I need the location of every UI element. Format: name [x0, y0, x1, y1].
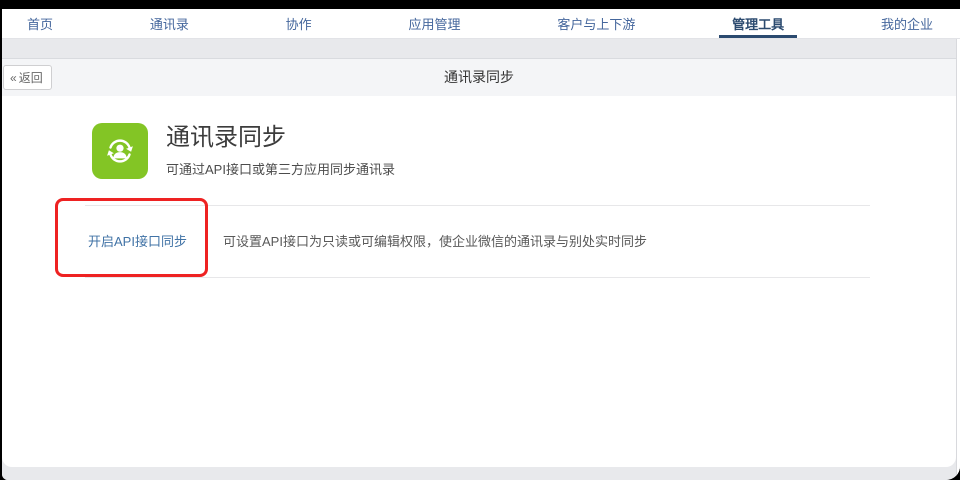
page-title: 通讯录同步	[444, 69, 514, 85]
page: « 返回 通讯录同步 通讯录同步 可通过API接口或第三方应用同步通讯录 开启A…	[2, 39, 956, 467]
nav-item-contacts[interactable]: 通讯录	[137, 9, 202, 38]
contact-sync-icon	[92, 123, 148, 179]
feature-header: 通讯录同步 可通过API接口或第三方应用同步通讯录	[92, 123, 395, 179]
browser-window: 首页 通讯录 协作 应用管理 客户与上下游 管理工具 我的企业 « 返回 通讯录…	[2, 9, 960, 480]
divider-bottom	[85, 277, 870, 278]
enable-api-sync-link[interactable]: 开启API接口同步	[88, 231, 187, 250]
content-panel: 通讯录同步 可通过API接口或第三方应用同步通讯录 开启API接口同步 可设置A…	[2, 96, 956, 467]
feature-subtitle: 可通过API接口或第三方应用同步通讯录	[166, 162, 395, 177]
back-button[interactable]: « 返回	[3, 65, 52, 90]
nav-item-customers-upstream-downstream[interactable]: 客户与上下游	[544, 9, 648, 38]
nav-item-collaboration[interactable]: 协作	[273, 9, 325, 38]
api-sync-description: 可设置API接口为只读或可编辑权限，使企业微信的通讯录与别处实时同步	[223, 234, 647, 249]
sub-header: « 返回 通讯录同步	[2, 58, 956, 96]
nav-item-my-enterprise[interactable]: 我的企业	[868, 9, 946, 38]
feature-title: 通讯录同步	[166, 124, 286, 151]
person-sync-glyph	[107, 139, 133, 163]
top-nav: 首页 通讯录 协作 应用管理 客户与上下游 管理工具 我的企业	[2, 9, 960, 38]
scrollbar-track[interactable]	[956, 39, 960, 480]
back-button-label: 返回	[18, 71, 43, 85]
nav-item-home[interactable]: 首页	[14, 9, 66, 38]
nav-item-management-tools[interactable]: 管理工具	[719, 9, 797, 38]
workspace: « 返回 通讯录同步 通讯录同步 可通过API接口或第三方应用同步通讯录 开启A…	[2, 38, 960, 480]
nav-item-app-management[interactable]: 应用管理	[395, 9, 473, 38]
feature-text: 通讯录同步 可通过API接口或第三方应用同步通讯录	[166, 123, 395, 179]
divider-top	[85, 205, 870, 206]
back-chevron-icon: «	[10, 70, 17, 85]
